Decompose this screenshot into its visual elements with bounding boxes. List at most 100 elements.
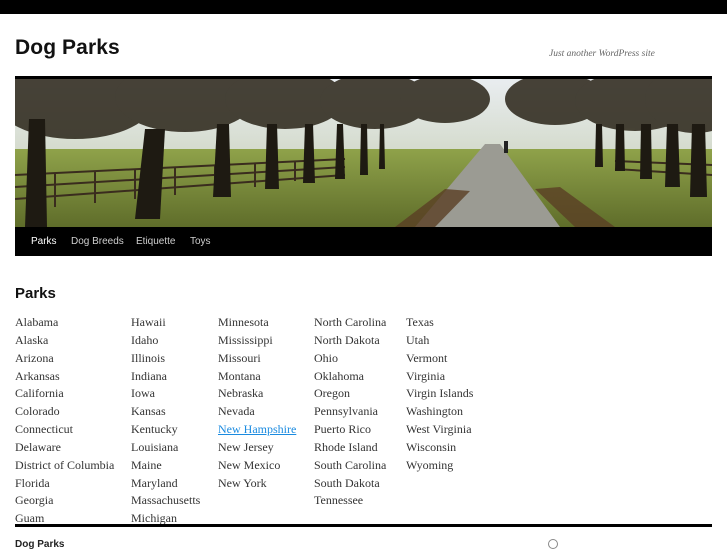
state-link[interactable]: Missouri xyxy=(218,351,261,365)
state-list-item: Rhode Island xyxy=(314,439,386,457)
state-link[interactable]: Nebraska xyxy=(218,386,263,400)
state-link[interactable]: Florida xyxy=(15,476,50,490)
state-link[interactable]: Arizona xyxy=(15,351,54,365)
state-list-item: Minnesota xyxy=(218,314,296,332)
state-link[interactable]: Virginia xyxy=(406,369,445,383)
state-link[interactable]: Kansas xyxy=(131,404,166,418)
state-link[interactable]: Indiana xyxy=(131,369,167,383)
state-link[interactable]: Illinois xyxy=(131,351,165,365)
state-list-item: Indiana xyxy=(131,368,200,386)
state-link[interactable]: Oregon xyxy=(314,386,350,400)
state-link[interactable]: Nevada xyxy=(218,404,255,418)
state-list-column-4: North Carolina North Dakota Ohio Oklahoma Or… xyxy=(314,314,386,510)
state-link[interactable]: Vermont xyxy=(406,351,447,365)
state-list-item: Alabama xyxy=(15,314,114,332)
nav-item-dog-breeds[interactable]: Dog Breeds xyxy=(71,236,124,247)
state-link[interactable]: Washington xyxy=(406,404,463,418)
state-list-column-1: Alabama Alaska Arizona Arkansas California Co… xyxy=(15,314,114,528)
state-list-item: Tennessee xyxy=(314,492,386,510)
state-link[interactable]: Pennsylvania xyxy=(314,404,378,418)
nav-item-etiquette[interactable]: Etiquette xyxy=(136,236,175,247)
state-link[interactable]: Alaska xyxy=(15,333,48,347)
state-list-item: Georgia xyxy=(15,492,114,510)
state-link[interactable]: North Carolina xyxy=(314,315,386,329)
state-list-item: Connecticut xyxy=(15,421,114,439)
state-link[interactable]: Oklahoma xyxy=(314,369,364,383)
state-link[interactable]: Colorado xyxy=(15,404,60,418)
state-list-item: Puerto Rico xyxy=(314,421,386,439)
state-list-item: New York xyxy=(218,475,296,493)
nav-item-parks[interactable]: Parks xyxy=(31,236,57,247)
state-link[interactable]: Utah xyxy=(406,333,429,347)
state-link[interactable]: Mississippi xyxy=(218,333,273,347)
state-list-item: Virginia xyxy=(406,368,473,386)
state-link[interactable]: Hawaii xyxy=(131,315,166,329)
state-list-item: Washington xyxy=(406,403,473,421)
state-link[interactable]: North Dakota xyxy=(314,333,380,347)
state-list-item: District of Columbia xyxy=(15,457,114,475)
state-list-item: Delaware xyxy=(15,439,114,457)
state-link[interactable]: Wyoming xyxy=(406,458,453,472)
main-navigation: Parks Dog Breeds Etiquette Toys xyxy=(15,227,712,256)
state-link[interactable]: South Carolina xyxy=(314,458,386,472)
site-title[interactable]: Dog Parks xyxy=(15,36,120,60)
state-link[interactable]: Idaho xyxy=(131,333,158,347)
state-list-item: Louisiana xyxy=(131,439,200,457)
state-list-item: Utah xyxy=(406,332,473,350)
state-link[interactable]: District of Columbia xyxy=(15,458,114,472)
state-list-item: Pennsylvania xyxy=(314,403,386,421)
state-link[interactable]: New York xyxy=(218,476,267,490)
state-list-item: Montana xyxy=(218,368,296,386)
state-link[interactable]: Georgia xyxy=(15,493,53,507)
state-link[interactable]: Maryland xyxy=(131,476,178,490)
state-link[interactable]: Wisconsin xyxy=(406,440,456,454)
state-list-item: New Mexico xyxy=(218,457,296,475)
state-list-item: Massachusetts xyxy=(131,492,200,510)
state-link[interactable]: Maine xyxy=(131,458,162,472)
state-list-item: Missouri xyxy=(218,350,296,368)
state-list-item: North Dakota xyxy=(314,332,386,350)
state-link[interactable]: Iowa xyxy=(131,386,155,400)
state-list-item: Ohio xyxy=(314,350,386,368)
state-link[interactable]: Puerto Rico xyxy=(314,422,371,436)
state-list-item: Vermont xyxy=(406,350,473,368)
state-link[interactable]: Louisiana xyxy=(131,440,178,454)
nav-item-toys[interactable]: Toys xyxy=(190,236,211,247)
state-list-item: New Hampshire xyxy=(218,421,296,439)
state-link[interactable]: Virgin Islands xyxy=(406,386,473,400)
state-link[interactable]: South Dakota xyxy=(314,476,380,490)
state-link[interactable]: West Virginia xyxy=(406,422,472,436)
state-list-column-2: Hawaii Idaho Illinois Indiana Iowa Kansas Kent… xyxy=(131,314,200,528)
state-list-item: South Carolina xyxy=(314,457,386,475)
tree-lined-road-illustration xyxy=(15,79,712,227)
state-list-item: Nebraska xyxy=(218,385,296,403)
state-list-item: Arkansas xyxy=(15,368,114,386)
state-list-item: South Dakota xyxy=(314,475,386,493)
state-link[interactable]: New Hampshire xyxy=(218,422,296,436)
state-list-item: Oregon xyxy=(314,385,386,403)
state-list-item: Virgin Islands xyxy=(406,385,473,403)
state-link[interactable]: Montana xyxy=(218,369,261,383)
state-list-item: New Jersey xyxy=(218,439,296,457)
state-link[interactable]: Ohio xyxy=(314,351,338,365)
state-list-item: Hawaii xyxy=(131,314,200,332)
state-link[interactable]: California xyxy=(15,386,64,400)
state-link[interactable]: Delaware xyxy=(15,440,61,454)
state-list-item: Arizona xyxy=(15,350,114,368)
state-list-item: Nevada xyxy=(218,403,296,421)
state-list-item: California xyxy=(15,385,114,403)
state-link[interactable]: Rhode Island xyxy=(314,440,378,454)
state-link[interactable]: Kentucky xyxy=(131,422,178,436)
state-link[interactable]: Alabama xyxy=(15,315,58,329)
state-list-column-5: Texas Utah Vermont Virginia Virgin Islands Wa… xyxy=(406,314,473,475)
state-link[interactable]: Connecticut xyxy=(15,422,73,436)
state-link[interactable]: New Mexico xyxy=(218,458,280,472)
state-link[interactable]: Arkansas xyxy=(15,369,60,383)
state-link[interactable]: Massachusetts xyxy=(131,493,200,507)
state-link[interactable]: Texas xyxy=(406,315,434,329)
state-list-item: Wyoming xyxy=(406,457,473,475)
state-list-item: Idaho xyxy=(131,332,200,350)
state-link[interactable]: Tennessee xyxy=(314,493,363,507)
state-link[interactable]: Minnesota xyxy=(218,315,269,329)
state-link[interactable]: New Jersey xyxy=(218,440,274,454)
